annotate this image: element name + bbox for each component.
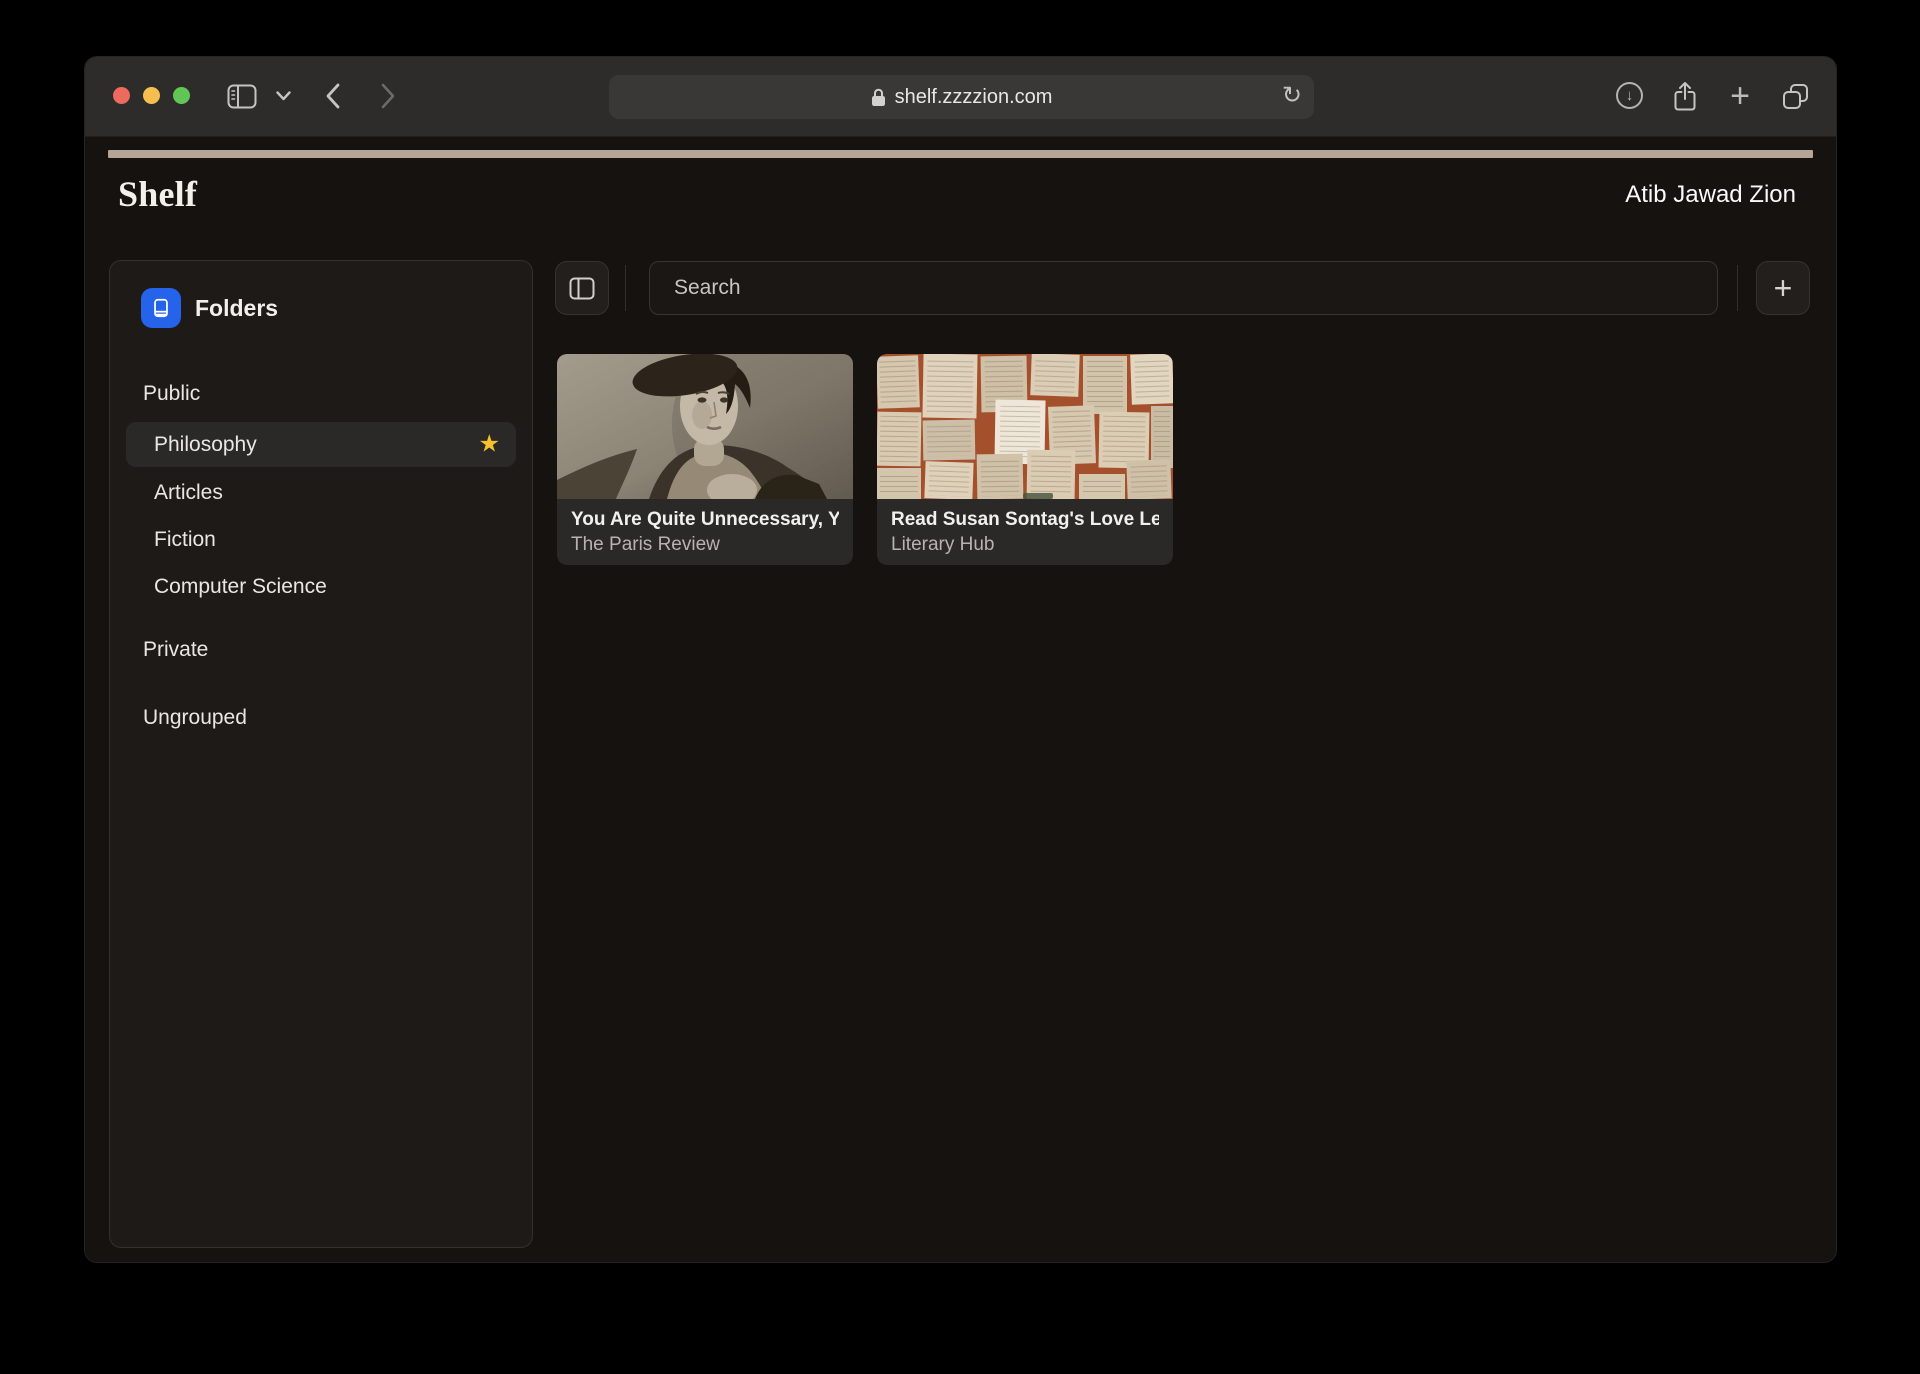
card-title: Read Susan Sontag's Love Lette... (891, 509, 1159, 530)
sidebar-item-private[interactable]: Private (143, 627, 208, 672)
card-title: You Are Quite Unnecessary, You... (571, 509, 839, 530)
minimize-window-button[interactable] (143, 87, 160, 104)
folders-sidebar: Folders Public Philosophy ★ Articles Fic… (109, 260, 533, 1248)
sidebar-item-public[interactable]: Public (143, 371, 200, 416)
sidebar-item-fiction[interactable]: Fiction (154, 517, 216, 562)
sidebar-item-ungrouped[interactable]: Ungrouped (143, 695, 247, 740)
browser-toolbar: shelf.zzzzion.com ↻ ↓ + (85, 57, 1836, 137)
forward-button[interactable] (380, 82, 396, 110)
url-text: shelf.zzzzion.com (894, 85, 1053, 108)
address-bar[interactable]: shelf.zzzzion.com ↻ (609, 75, 1314, 119)
card-thumbnail-portrait (557, 354, 853, 499)
new-tab-icon[interactable]: + (1725, 79, 1755, 115)
user-menu[interactable]: Atib Jawad Zion (1625, 181, 1796, 209)
lock-icon (871, 88, 886, 107)
toolbar-divider (1737, 265, 1738, 311)
zoom-window-button[interactable] (173, 87, 190, 104)
back-button[interactable] (325, 82, 341, 110)
share-icon[interactable] (1673, 81, 1697, 112)
card-thumbnail-book-pages (877, 354, 1173, 499)
sidebar-item-articles[interactable]: Articles (154, 470, 223, 515)
chevron-down-icon[interactable] (276, 91, 291, 101)
app-logo: Shelf (118, 174, 198, 214)
collapse-sidebar-button[interactable] (555, 261, 609, 315)
search-input[interactable] (649, 261, 1718, 315)
toolbar-divider (625, 265, 626, 311)
bookmark-card[interactable]: Read Susan Sontag's Love Lette... Litera… (877, 354, 1173, 565)
sidebar-item-computer-science[interactable]: Computer Science (154, 564, 327, 609)
close-window-button[interactable] (113, 87, 130, 104)
add-item-button[interactable]: + (1756, 261, 1810, 315)
browser-window: shelf.zzzzion.com ↻ ↓ + Shelf Atib Jawad… (85, 57, 1836, 1262)
page-content: Shelf Atib Jawad Zion Folders Public Phi… (85, 137, 1836, 1262)
star-icon[interactable]: ★ (478, 432, 500, 456)
reload-icon[interactable]: ↻ (1282, 84, 1302, 108)
sidebar-title: Folders (195, 294, 279, 321)
card-source: Literary Hub (891, 534, 995, 555)
desktop-background: shelf.zzzzion.com ↻ ↓ + Shelf Atib Jawad… (0, 0, 1920, 1374)
sidebar-item-philosophy[interactable]: Philosophy ★ (126, 422, 516, 467)
book-icon (141, 288, 181, 328)
browser-sidebar-toggle-icon[interactable] (227, 84, 257, 109)
plus-icon: + (1773, 270, 1793, 306)
bookmark-card[interactable]: You Are Quite Unnecessary, You... The Pa… (557, 354, 853, 565)
downloads-icon[interactable]: ↓ (1616, 82, 1643, 109)
top-accent-bar (108, 150, 1813, 158)
panel-toggle-icon (569, 277, 595, 299)
tab-overview-icon[interactable] (1782, 83, 1809, 110)
card-source: The Paris Review (571, 534, 720, 555)
